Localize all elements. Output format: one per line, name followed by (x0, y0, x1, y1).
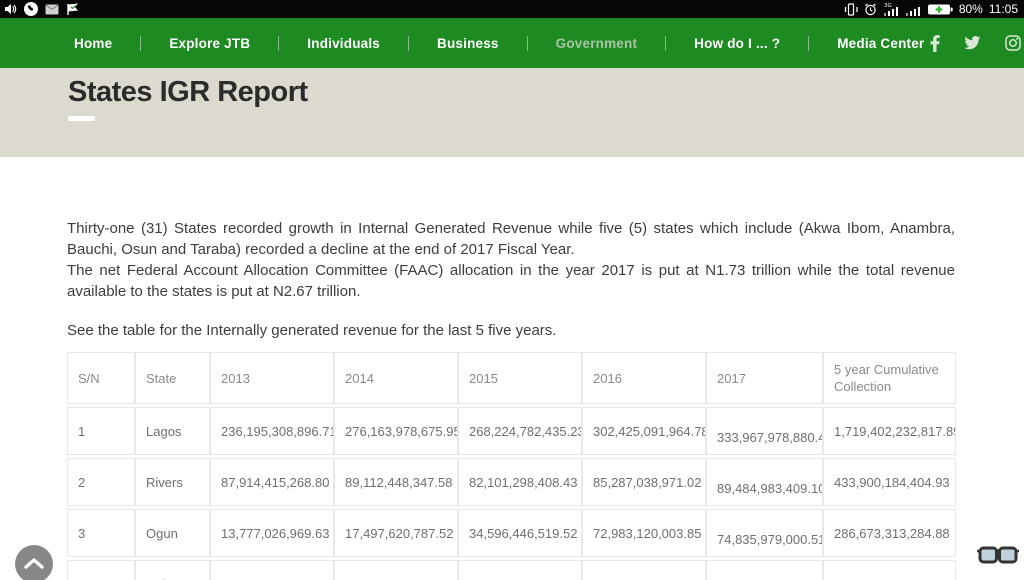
status-bar-right: 3G 80% 11:05 (844, 0, 1020, 18)
sn-cell: 4 (67, 560, 135, 580)
facebook-icon[interactable] (930, 35, 940, 52)
value-cell: 82,101,298,408.43 (458, 458, 582, 506)
chevron-up-icon (24, 557, 44, 572)
value-cell: 42,819,209,025.24 (334, 560, 458, 580)
value-cell: 286,673,313,284.88 (823, 509, 956, 557)
signal-icon (905, 2, 921, 17)
nav-separator (278, 36, 279, 51)
nav-separator (527, 36, 528, 51)
value-cell: 333,967,978,880.44 (706, 407, 823, 455)
value-cell: 273,836,932,207.88 (823, 560, 956, 580)
value-cell: 89,112,448,347.58 (334, 458, 458, 506)
network-3g-label: 3G (884, 3, 892, 9)
nav-item-how-do-i[interactable]: How do I ... ? (688, 36, 786, 51)
alarm-icon (864, 3, 877, 16)
value-cell: 51,888,005,338.33 (706, 560, 823, 580)
nav-separator (808, 36, 809, 51)
nav-item-individuals[interactable]: Individuals (301, 36, 386, 51)
nav-item-government[interactable]: Government (550, 36, 644, 51)
status-bar-left (4, 2, 80, 16)
table-caption: See the table for the Internally generat… (67, 320, 955, 341)
state-cell: Lagos (135, 407, 210, 455)
value-cell: 74,835,979,000.51 (706, 509, 823, 557)
nav-social (930, 35, 1021, 52)
flag-icon (66, 3, 80, 16)
value-cell: 1,719,402,232,817.89 (823, 407, 956, 455)
phone-icon (24, 2, 38, 16)
battery-charging-icon (927, 3, 953, 16)
state-cell: Rivers (135, 458, 210, 506)
nav-item-explore-jtb[interactable]: Explore JTB (163, 36, 256, 51)
value-cell: 44,057,915,472.72 (582, 560, 706, 580)
value-cell: 72,983,120,003.85 (582, 509, 706, 557)
value-cell: 276,163,978,675.95 (334, 407, 458, 455)
value-cell: 302,425,091,964.78 (582, 407, 706, 455)
android-status-bar: 3G 80% 11:05 (0, 0, 1024, 18)
table-header-row: S/NState201320142015201620175 year Cumul… (67, 352, 956, 404)
paragraph-igr-growth: Thirty-one (31) States recorded growth i… (67, 218, 955, 260)
mail-icon (45, 4, 59, 15)
igr-table: S/NState201320142015201620175 year Cumul… (67, 349, 956, 580)
main-nav: Home Explore JTB Individuals Business Govern… (0, 18, 1024, 68)
value-cell: 50,208,229,986.91 (210, 560, 334, 580)
column-header: 2016 (582, 352, 706, 404)
table-row: 2Rivers87,914,415,268.8089,112,448,347.5… (67, 458, 956, 506)
nav-separator (665, 36, 666, 51)
column-header: 5 year Cumulative Collection (823, 352, 956, 404)
column-header: 2014 (334, 352, 458, 404)
nav-separator (408, 36, 409, 51)
status-time: 11:05 (989, 0, 1018, 18)
column-header: State (135, 352, 210, 404)
instagram-icon[interactable] (1005, 35, 1021, 51)
nav-items: Home Explore JTB Individuals Business Govern… (68, 36, 930, 51)
value-cell: 87,914,415,268.80 (210, 458, 334, 506)
sn-cell: 3 (67, 509, 135, 557)
scroll-to-top-button[interactable] (15, 545, 53, 580)
value-cell: 433,900,184,404.93 (823, 458, 956, 506)
vibrate-icon (844, 3, 858, 16)
value-cell: 268,224,782,435.23 (458, 407, 582, 455)
value-cell: 17,497,620,787.52 (334, 509, 458, 557)
value-cell: 89,484,983,409.10 (706, 458, 823, 506)
value-cell: 236,195,308,896.71 (210, 407, 334, 455)
volume-icon (4, 3, 17, 15)
page-title: States IGR Report (68, 76, 1024, 109)
sn-cell: 2 (67, 458, 135, 506)
table-row: 4Delta50,208,229,986.9142,819,209,025.24… (67, 560, 956, 580)
value-cell: 34,596,446,519.52 (458, 509, 582, 557)
column-header: 2017 (706, 352, 823, 404)
nav-item-home[interactable]: Home (68, 36, 118, 51)
sn-cell: 1 (67, 407, 135, 455)
nav-separator (140, 36, 141, 51)
value-cell: 40,805,656,911.96 (458, 560, 582, 580)
igr-table-head: S/NState201320142015201620175 year Cumul… (67, 352, 956, 404)
battery-percent: 80% (959, 0, 983, 18)
signal-3g-icon: 3G (883, 2, 899, 17)
nav-item-business[interactable]: Business (431, 36, 505, 51)
paragraph-faac-allocation: The net Federal Account Allocation Commi… (67, 260, 955, 302)
nav-item-media-center[interactable]: Media Center (831, 36, 930, 51)
accessibility-glasses-icon[interactable] (976, 544, 1020, 575)
table-row: 3Ogun13,777,026,969.6317,497,620,787.523… (67, 509, 956, 557)
igr-table-body: 1Lagos236,195,308,896.71276,163,978,675.… (67, 407, 956, 580)
twitter-icon[interactable] (964, 36, 981, 50)
column-header: S/N (67, 352, 135, 404)
value-cell: 13,777,026,969.63 (210, 509, 334, 557)
screen: 3G 80% 11:05 Home Explore JTB Individuals B… (0, 0, 1024, 580)
page-header-band: States IGR Report (0, 68, 1024, 157)
column-header: 2015 (458, 352, 582, 404)
title-underline (68, 116, 95, 121)
article-content: Thirty-one (31) States recorded growth i… (0, 157, 1024, 580)
column-header: 2013 (210, 352, 334, 404)
table-row: 1Lagos236,195,308,896.71276,163,978,675.… (67, 407, 956, 455)
state-cell: Ogun (135, 509, 210, 557)
state-cell: Delta (135, 560, 210, 580)
value-cell: 85,287,038,971.02 (582, 458, 706, 506)
